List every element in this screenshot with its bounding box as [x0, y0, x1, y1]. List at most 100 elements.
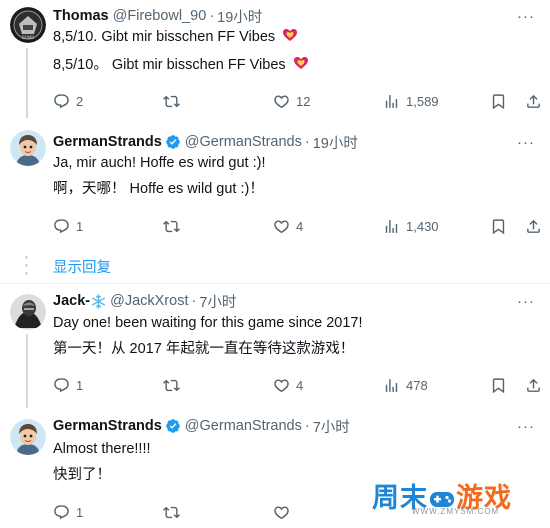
reply-icon: [54, 94, 69, 109]
separator-dot: ·: [304, 134, 310, 150]
avatar[interactable]: [10, 130, 46, 166]
more-options-icon[interactable]: ···: [516, 416, 536, 436]
views-button[interactable]: 1,430: [383, 218, 439, 235]
display-name[interactable]: Jack-: [53, 293, 90, 309]
tweet-germanstrands-1[interactable]: GermanStrands @GermanStrands · 19小时 ··· …: [0, 118, 550, 248]
views-button[interactable]: 478: [383, 377, 428, 394]
tweet-text-body: 8,5/10. Gibt mir bisschen FF Vibes: [53, 29, 276, 45]
like-count: 4: [296, 378, 304, 393]
reply-button[interactable]: 1: [53, 377, 83, 394]
handle[interactable]: @JackXrost: [110, 293, 188, 309]
watermark-url: WWW.ZMYSM.COM: [412, 507, 500, 516]
reply-count: 1: [76, 378, 84, 393]
tweet-thomas[interactable]: BOMB Thomas @Firebowl_90 · 19小时 ··· 8,5/…: [0, 0, 550, 118]
tweet-header: Jack- @JackXrost · 7小时: [53, 291, 236, 311]
translated-text: 8,5/10。 Gibt mir bisschen FF Vibes: [53, 55, 309, 77]
share-icon: [527, 219, 540, 233]
share-button[interactable]: [525, 218, 548, 235]
timestamp[interactable]: 7小时: [199, 291, 236, 312]
like-icon: [274, 95, 289, 109]
retweet-icon: [163, 506, 180, 519]
avatar[interactable]: [10, 419, 46, 455]
bookmark-icon: [492, 378, 505, 394]
retweet-button[interactable]: [163, 504, 186, 521]
retweet-button[interactable]: [163, 93, 186, 110]
thread-line: [26, 48, 28, 118]
bookmark-button[interactable]: [490, 218, 513, 235]
more-options-icon[interactable]: ···: [516, 291, 536, 311]
share-button[interactable]: [525, 377, 548, 394]
show-replies-link[interactable]: 显示回复: [53, 256, 111, 277]
views-icon: [385, 95, 398, 108]
like-button[interactable]: 4: [273, 218, 303, 235]
translated-text: 第一天！从 2017 年起就一直在等待这款游戏！: [53, 341, 355, 357]
like-button[interactable]: [273, 504, 296, 521]
view-count: 1,430: [406, 219, 439, 234]
tweet-text: Almost there!!!!: [53, 441, 151, 457]
thread-line: [26, 334, 28, 408]
reply-icon: [54, 219, 69, 234]
like-icon: [274, 379, 289, 393]
tweet-header: Thomas @Firebowl_90 · 19小时: [53, 6, 262, 26]
action-bar: 1 4 1,430: [53, 218, 540, 238]
timestamp[interactable]: 19小时: [217, 6, 262, 27]
timestamp[interactable]: 19小时: [313, 132, 358, 153]
separator-dot: ·: [191, 293, 197, 309]
svg-text:BOMB: BOMB: [22, 35, 34, 40]
views-icon: [385, 379, 398, 392]
bookmark-icon: [492, 219, 505, 235]
timestamp[interactable]: 7小时: [313, 416, 350, 437]
verified-badge-icon: [165, 418, 181, 434]
retweet-button[interactable]: [163, 218, 186, 235]
reply-icon: [54, 505, 69, 520]
action-bar: 2 12 1,589: [53, 93, 540, 113]
view-count: 1,589: [406, 94, 439, 109]
sparkling-heart-icon: [282, 27, 298, 49]
more-options-icon[interactable]: ···: [516, 132, 536, 152]
like-icon: [274, 506, 289, 520]
bookmark-icon: [492, 94, 505, 110]
retweet-icon: [163, 379, 180, 392]
views-icon: [385, 220, 398, 233]
reply-count: 1: [76, 505, 84, 520]
display-name[interactable]: GermanStrands: [53, 418, 162, 434]
tweet-text: 8,5/10. Gibt mir bisschen FF Vibes: [53, 27, 298, 49]
like-button[interactable]: 12: [273, 93, 310, 110]
reply-button[interactable]: 1: [53, 218, 83, 235]
reply-button[interactable]: 2: [53, 93, 83, 110]
display-name[interactable]: GermanStrands: [53, 134, 162, 150]
retweet-button[interactable]: [163, 377, 186, 394]
bookmark-button[interactable]: [490, 93, 513, 110]
display-name[interactable]: Thomas: [53, 8, 109, 24]
reply-icon: [54, 378, 69, 393]
handle[interactable]: @Firebowl_90: [113, 8, 207, 24]
views-button[interactable]: 1,589: [383, 93, 439, 110]
tweet-header: GermanStrands @GermanStrands · 19小时: [53, 132, 358, 152]
tweet-text: Day one! been waiting for this game sinc…: [53, 315, 363, 331]
separator-dot: ·: [304, 418, 310, 434]
snowflake-icon: [91, 293, 106, 309]
tweet-jack[interactable]: Jack- @JackXrost · 7小时 ··· Day one! been…: [0, 284, 550, 408]
share-button[interactable]: [525, 93, 548, 110]
retweet-icon: [163, 220, 180, 233]
like-count: 4: [296, 219, 304, 234]
sparkling-heart-icon: [293, 55, 309, 77]
avatar[interactable]: [10, 294, 46, 330]
site-watermark: 周末 游戏 WWW.ZMYSM.COM: [372, 476, 532, 516]
handle[interactable]: @GermanStrands: [185, 134, 302, 150]
reply-button[interactable]: 1: [53, 504, 83, 521]
view-count: 478: [406, 378, 428, 393]
share-icon: [527, 94, 540, 108]
bookmark-button[interactable]: [490, 377, 513, 394]
reply-count: 1: [76, 219, 84, 234]
translated-text: 快到了！: [53, 467, 111, 483]
handle[interactable]: @GermanStrands: [185, 418, 302, 434]
translated-text-body: 8,5/10。 Gibt mir bisschen FF Vibes: [53, 57, 286, 73]
verified-badge-icon: [165, 134, 181, 150]
like-count: 12: [296, 94, 311, 109]
like-button[interactable]: 4: [273, 377, 303, 394]
more-options-icon[interactable]: ···: [516, 6, 536, 26]
avatar[interactable]: BOMB: [10, 7, 46, 43]
thread-ellipsis: [25, 256, 29, 280]
separator-dot: ·: [209, 8, 215, 24]
